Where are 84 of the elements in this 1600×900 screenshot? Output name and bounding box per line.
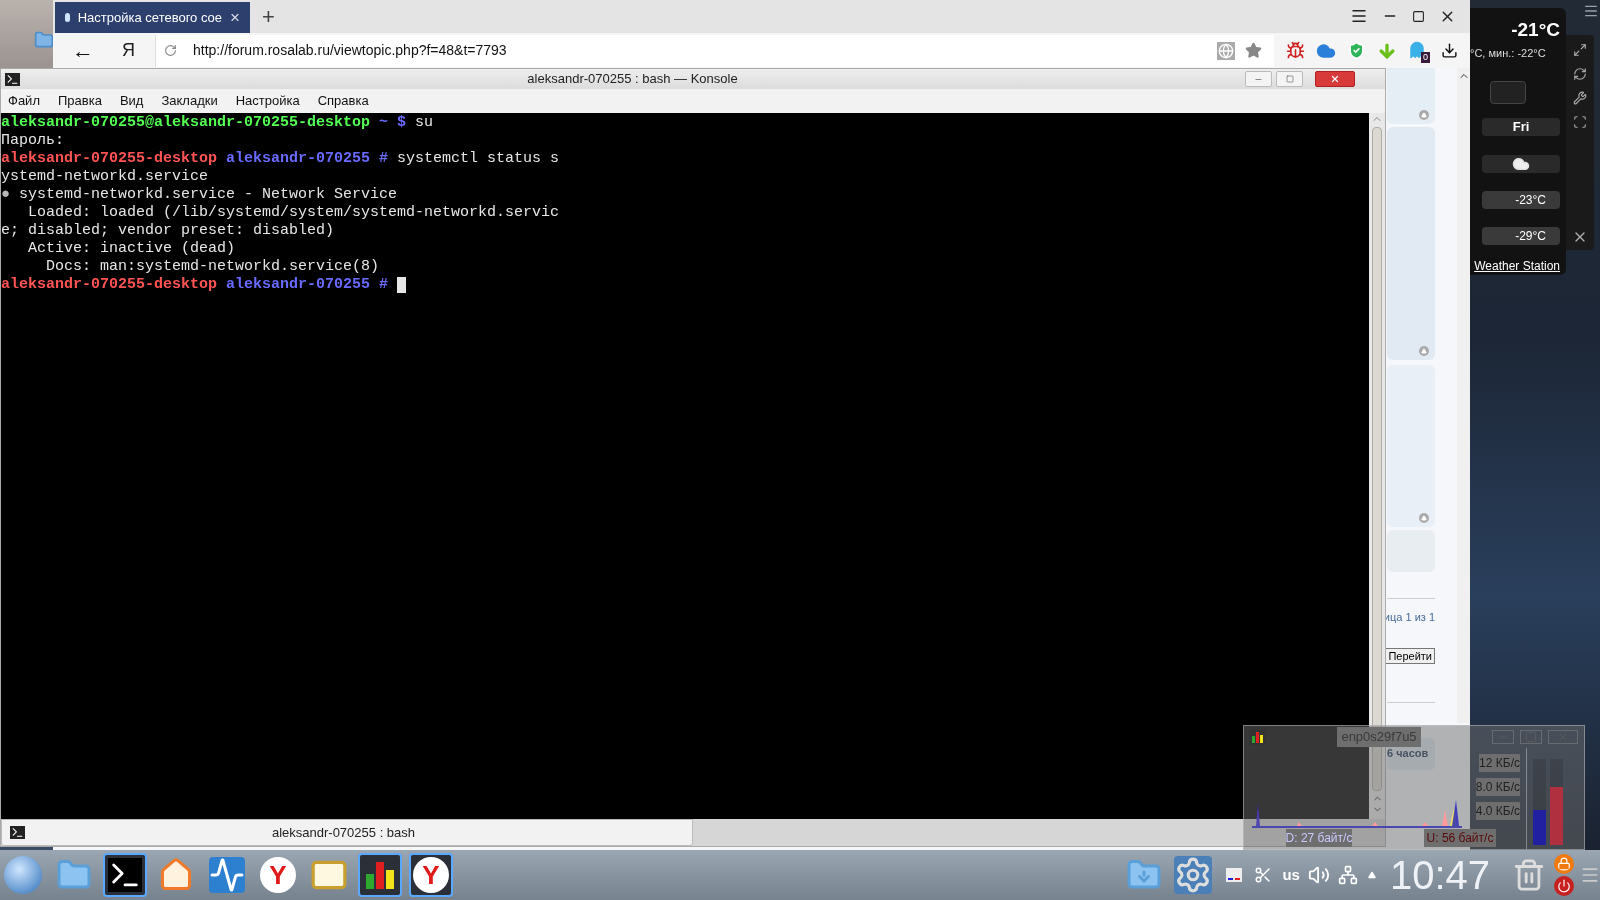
day-label: Fri [1482, 118, 1560, 136]
scroll-up-icon[interactable] [1419, 110, 1429, 120]
desktop-wallpaper [0, 0, 53, 68]
terminal-line: Docs: man:systemd-networkd.service(8) [45, 258, 380, 276]
current-temperature: -21°C [1511, 18, 1560, 42]
terminal-line: aleksandr-070255@aleksandr-070255-desktop ~ $ su [1, 114, 434, 132]
launcher-icon[interactable] [4, 856, 42, 894]
maximize-button[interactable] [1276, 71, 1303, 87]
close-tab-button[interactable]: × [230, 4, 240, 31]
browser-tab[interactable]: Настройка сетевого сое × [55, 2, 250, 33]
translate-icon[interactable] [1217, 41, 1235, 60]
lock-icon[interactable] [1554, 854, 1574, 874]
close-button[interactable] [1315, 71, 1355, 87]
terminal-line: aleksandr-070255-desktop aleksandr-070255 # [1, 276, 389, 294]
high-temperature: -23°C [1482, 191, 1560, 209]
terminal-line: Active: inactive (dead) [27, 240, 236, 258]
settings-icon[interactable] [1174, 856, 1213, 894]
window-title: aleksandr-070255 : bash — Konsole [526, 70, 739, 89]
reload-icon[interactable] [164, 44, 177, 57]
notification-badge: 0 [1421, 51, 1430, 63]
terminal-icon [10, 826, 25, 839]
network-icon[interactable] [1337, 865, 1358, 885]
home-icon[interactable] [158, 857, 194, 893]
input-field[interactable] [1490, 81, 1526, 104]
keyboard-indicator-icon[interactable] [1226, 868, 1243, 882]
post-card [1387, 530, 1435, 572]
power-icon[interactable] [1554, 876, 1574, 896]
url-text: http://forum.rosalab.ru/viewtopic.php?f=48&t=7793 [193, 41, 507, 60]
resize-icon[interactable] [1573, 43, 1587, 57]
settings-icon[interactable] [1573, 91, 1587, 105]
bookmark-star-icon[interactable] [1245, 42, 1262, 59]
maximize-icon [1285, 75, 1294, 83]
axis-label: 12 КБ/с [1479, 754, 1520, 772]
volume-icon[interactable] [1307, 864, 1330, 886]
menu-item[interactable]: Настройка [235, 91, 300, 111]
go-button[interactable]: Перейти [1385, 647, 1435, 664]
expand-icon[interactable] [1573, 115, 1587, 129]
activity-monitor-icon[interactable] [209, 857, 245, 893]
browser-logo[interactable]: Я [122, 37, 135, 64]
scroll-up-icon[interactable] [1419, 513, 1429, 523]
tab-favicon-icon [65, 13, 70, 22]
pagination-text: ица 1 из 1 [1383, 610, 1435, 625]
axis-label: 8.0 КБ/с [1475, 778, 1520, 796]
terminal-line: Пароль: [1, 132, 64, 150]
close-icon [1330, 74, 1340, 84]
new-tab-button[interactable]: + [262, 6, 275, 28]
menu-item[interactable]: Закладки [161, 91, 218, 111]
scissors-icon[interactable] [1254, 866, 1273, 884]
menu-item[interactable]: Справка [317, 91, 369, 111]
weather-station-link[interactable]: Weather Station [1474, 257, 1560, 275]
axis-label: 4.0 КБ/с [1475, 802, 1520, 820]
menu-item[interactable]: Вид [119, 91, 144, 111]
clock: 10:47 [1389, 855, 1490, 895]
min-temperature-text: °C, мин.: -22°C [1470, 45, 1546, 61]
download-icon[interactable] [1441, 42, 1458, 59]
browser-logo[interactable]: Y [260, 857, 296, 893]
menu-icon[interactable] [1583, 3, 1599, 19]
upload-rate: U: 56 байт/с [1423, 829, 1497, 847]
ladybug-icon[interactable] [1286, 41, 1305, 60]
menu-item[interactable]: Файл [8, 91, 40, 111]
ghost-icon[interactable] [1408, 40, 1426, 59]
page-scrollbar[interactable] [1457, 68, 1470, 723]
terminal-line: Loaded: loaded (/lib/systemd/system/systemd-networkd.servic [27, 204, 560, 222]
minimize-button[interactable] [1245, 71, 1272, 87]
address-bar[interactable]: http://forum.rosalab.ru/viewtopic.php?f=48&t=7793 [155, 34, 1274, 67]
menu-icon[interactable] [1350, 7, 1368, 25]
menu-item[interactable]: Правка [57, 91, 102, 111]
refresh-icon[interactable] [1573, 67, 1587, 81]
terminal-line: e; disabled; vendor preset: disabled) [1, 222, 335, 240]
maximize-icon[interactable] [1412, 9, 1425, 23]
shield-icon[interactable] [1347, 41, 1366, 60]
tab-title: aleksandr-070255 : bash [270, 823, 417, 842]
download-rate: D: 27 байт/с [1285, 829, 1353, 847]
terminal-line: ystemd-networkd.service [1, 168, 209, 186]
scroll-up-icon[interactable] [1419, 346, 1429, 356]
low-temperature: -29°C [1482, 227, 1560, 245]
bar-chart-icon [1250, 729, 1266, 745]
terminal-line: aleksandr-070255-desktop aleksandr-070255 # systemctl status s [1, 150, 560, 168]
tab-title: Настройка сетевого сое [77, 8, 223, 27]
back-button[interactable]: ← [72, 39, 94, 62]
terminal-line: ● systemd-networkd.service - Network Service [1, 186, 398, 204]
terminal-tab[interactable]: aleksandr-070255 : bash [1, 819, 693, 846]
tray-expand-icon[interactable] [1367, 871, 1376, 879]
terminal-icon [5, 72, 20, 86]
